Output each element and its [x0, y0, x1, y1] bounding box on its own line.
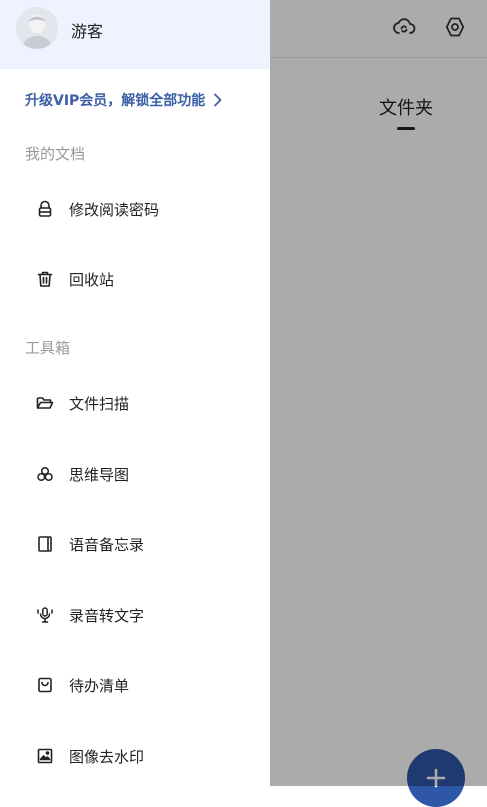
menu-item-change-password[interactable]: 修改阅读密码: [0, 181, 270, 237]
menu-item-file-scan[interactable]: 文件扫描: [0, 375, 270, 431]
menu-item-remove-watermark[interactable]: 图像去水印: [0, 728, 270, 784]
navigation-drawer: 游客 升级VIP会员，解锁全部功能 我的文档 修改阅读密码 回收站 工具箱 文件…: [0, 0, 270, 786]
menu-item-recycle-bin[interactable]: 回收站: [0, 251, 270, 307]
menu-item-mind-map[interactable]: 思维导图: [0, 446, 270, 502]
chevron-right-icon: [213, 93, 223, 107]
menu-item-voice-memo[interactable]: 语音备忘录: [0, 516, 270, 572]
section-title-toolbox: 工具箱: [25, 339, 71, 357]
menu-item-label: 待办清单: [69, 676, 130, 695]
username: 游客: [71, 22, 104, 41]
lock-icon: [35, 199, 55, 219]
mindmap-icon: [35, 464, 55, 484]
microphone-icon: [35, 605, 55, 625]
menu-item-label: 回收站: [69, 270, 115, 289]
profile-header[interactable]: 游客: [0, 0, 270, 69]
folder-icon: [35, 393, 55, 413]
section-title-my-docs: 我的文档: [25, 145, 86, 163]
menu-item-label: 文件扫描: [69, 394, 130, 413]
avatar[interactable]: [16, 7, 58, 49]
menu-item-speech-to-text[interactable]: 录音转文字: [0, 587, 270, 643]
vip-text: 升级VIP会员，解锁全部功能: [25, 93, 206, 109]
menu-item-label: 思维导图: [69, 465, 130, 484]
image-icon: [35, 746, 55, 766]
menu-item-todo-list[interactable]: 待办清单: [0, 657, 270, 713]
todo-icon: [35, 675, 55, 695]
note-icon: [35, 534, 55, 554]
menu-item-label: 图像去水印: [69, 747, 145, 766]
menu-item-label: 语音备忘录: [69, 535, 145, 554]
menu-item-label: 修改阅读密码: [69, 200, 160, 219]
menu-item-label: 录音转文字: [69, 606, 145, 625]
trash-icon: [35, 269, 55, 289]
vip-upgrade-link[interactable]: 升级VIP会员，解锁全部功能: [25, 90, 223, 110]
